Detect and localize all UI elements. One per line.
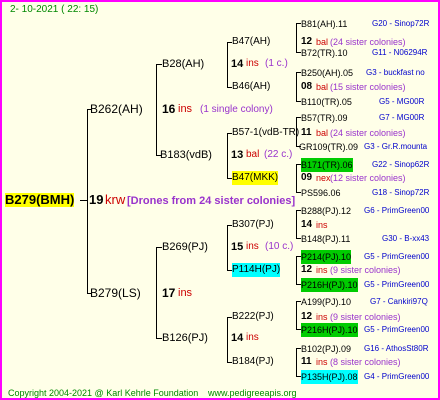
- gen4-lineage: G20 - Sinop72R: [372, 19, 430, 28]
- gen1-note: (1 single colony): [200, 104, 273, 115]
- gen2-insemination: ins: [246, 58, 259, 69]
- gen3-note: (12 sister colonies): [330, 173, 406, 183]
- gen3-note: (9 sister colonies): [330, 312, 401, 322]
- gen4-lineage: G4 - PrimGreen00: [364, 372, 430, 381]
- gen3-number: 14: [301, 219, 313, 230]
- gen2-note: (1 c.): [265, 58, 288, 69]
- gen3-insemination: ins: [316, 220, 328, 230]
- gen3-note: (9 sister colonies): [330, 265, 401, 275]
- gen2-queen-id: B28(AH): [162, 58, 205, 70]
- gen1-insemination: ins: [178, 103, 193, 115]
- gen2-insemination: bal: [246, 149, 260, 160]
- gen4-queen-id: B102(PJ).09: [301, 344, 352, 354]
- gen4-lineage: G18 - Sinop72R: [372, 188, 430, 197]
- gen3-queen-id: B57-1(vdB-TR): [232, 127, 300, 138]
- gen4-queen-id: B110(TR).05: [301, 97, 352, 107]
- copyright-notice: Copyright 2004-2021 @ Karl Kehrle Founda…: [8, 388, 199, 398]
- root-queen-id: B279(BMH): [5, 192, 75, 207]
- gen2-note: (10 c.): [265, 241, 294, 252]
- gen2-number: 15: [231, 241, 244, 253]
- gen4-queen-id: GR109(TR).09: [299, 142, 359, 152]
- pedigree-chart: 2- 10-2021 ( 22: 15) B279(BMH) 19 krw [D…: [0, 0, 440, 400]
- gen4-queen-id: P214(PJ).10: [301, 250, 352, 264]
- gen4-queen-id: B148(PJ).11: [301, 234, 351, 244]
- gen4-lineage: G5 - PrimGreen00: [364, 252, 430, 261]
- gen1-queen-id: B262(AH): [90, 102, 143, 116]
- gen4-lineage: G5 - MG00R: [379, 97, 425, 106]
- gen3-queen-id: P114H(PJ): [232, 263, 281, 277]
- gen4-queen-id: PS596.06: [301, 188, 341, 198]
- gen3-number: 11: [301, 127, 312, 138]
- gen4-queen-id: B288(PJ).12: [301, 206, 352, 216]
- gen3-insemination: nex: [316, 173, 331, 183]
- gen4-lineage: G7 - Cankiri97Q: [370, 297, 428, 306]
- gen4-queen-id: P135H(PJ).08: [301, 370, 358, 384]
- gen3-queen-id: B184(PJ): [232, 356, 274, 367]
- gen3-note: (8 sister colonies): [330, 357, 401, 367]
- gen3-queen-id: B222(PJ): [232, 311, 274, 322]
- gen3-number: 09: [301, 172, 313, 183]
- gen2-number: 14: [231, 58, 244, 70]
- gen4-queen-id: P216H(PJ).10: [301, 323, 358, 337]
- root-number: 19: [89, 192, 104, 207]
- gen1-insemination: ins: [178, 287, 193, 299]
- gen3-insemination: ins: [316, 357, 328, 367]
- gen4-lineage: G30 - B-xx43: [382, 234, 430, 243]
- gen3-queen-id: B46(AH): [232, 81, 271, 92]
- gen4-queen-id: A199(PJ).10: [301, 297, 352, 307]
- gen1-number: 17: [162, 286, 176, 300]
- gen4-lineage: G5 - PrimGreen00: [364, 325, 430, 334]
- gen4-queen-id: P216H(PJ).10: [301, 278, 358, 292]
- gen3-number: 12: [301, 264, 313, 275]
- gen3-queen-id: B47(MKK): [232, 171, 279, 185]
- gen4-lineage: G3 - buckfast no: [366, 68, 425, 77]
- gen1-number: 16: [162, 102, 176, 116]
- gen4-queen-id: B57(TR).09: [301, 113, 348, 123]
- gen2-queen-id: B183(vdB): [160, 149, 212, 161]
- gen1-queen-id: B279(LS): [90, 286, 141, 300]
- website-link[interactable]: www.pedigreeapis.org: [208, 386, 297, 398]
- gen3-note: (15 sister colonies): [330, 82, 406, 92]
- date-stamp: 2- 10-2021 ( 22: 15): [10, 4, 99, 15]
- gen2-insemination: ins: [246, 241, 259, 252]
- gen3-insemination: ins: [316, 265, 328, 275]
- gen4-queen-id: B72(TR).10: [301, 48, 348, 58]
- gen2-number: 13: [231, 149, 244, 161]
- gen4-lineage: G3 - Gr.R.mounta: [364, 142, 428, 151]
- gen3-number: 11: [301, 356, 312, 367]
- gen3-number: 08: [301, 81, 313, 92]
- gen3-queen-id: B307(PJ): [232, 219, 274, 230]
- gen2-insemination: ins: [246, 332, 259, 343]
- gen3-note: (24 sister colonies): [330, 128, 406, 138]
- gen3-number: 12: [301, 311, 313, 322]
- gen4-lineage: G16 - AthosSt80R: [364, 344, 429, 353]
- gen3-insemination: ins: [316, 312, 328, 322]
- gen2-queen-id: B269(PJ): [162, 241, 208, 253]
- gen3-insemination: bal: [316, 128, 329, 138]
- gen4-queen-id: B81(AH).11: [301, 19, 348, 29]
- gen4-queen-id: B250(AH).05: [301, 68, 354, 78]
- gen3-insemination: bal: [316, 82, 329, 92]
- gen4-lineage: G22 - Sinop62R: [372, 160, 430, 169]
- gen4-lineage: G6 - PrimGreen00: [364, 206, 430, 215]
- root-insemination: krw: [105, 192, 126, 207]
- gen4-lineage: G7 - MG00R: [379, 113, 425, 122]
- gen2-note: (22 c.): [264, 149, 293, 160]
- gen2-queen-id: B126(PJ): [162, 332, 208, 344]
- gen2-number: 14: [231, 332, 244, 344]
- gen3-queen-id: B47(AH): [232, 36, 271, 47]
- root-drones-note: [Drones from 24 sister colonies]: [127, 195, 296, 207]
- gen4-lineage: G11 - N06294R: [372, 48, 428, 57]
- gen4-lineage: G5 - PrimGreen00: [364, 280, 430, 289]
- gen4-queen-id: B171(TR).06: [301, 158, 353, 172]
